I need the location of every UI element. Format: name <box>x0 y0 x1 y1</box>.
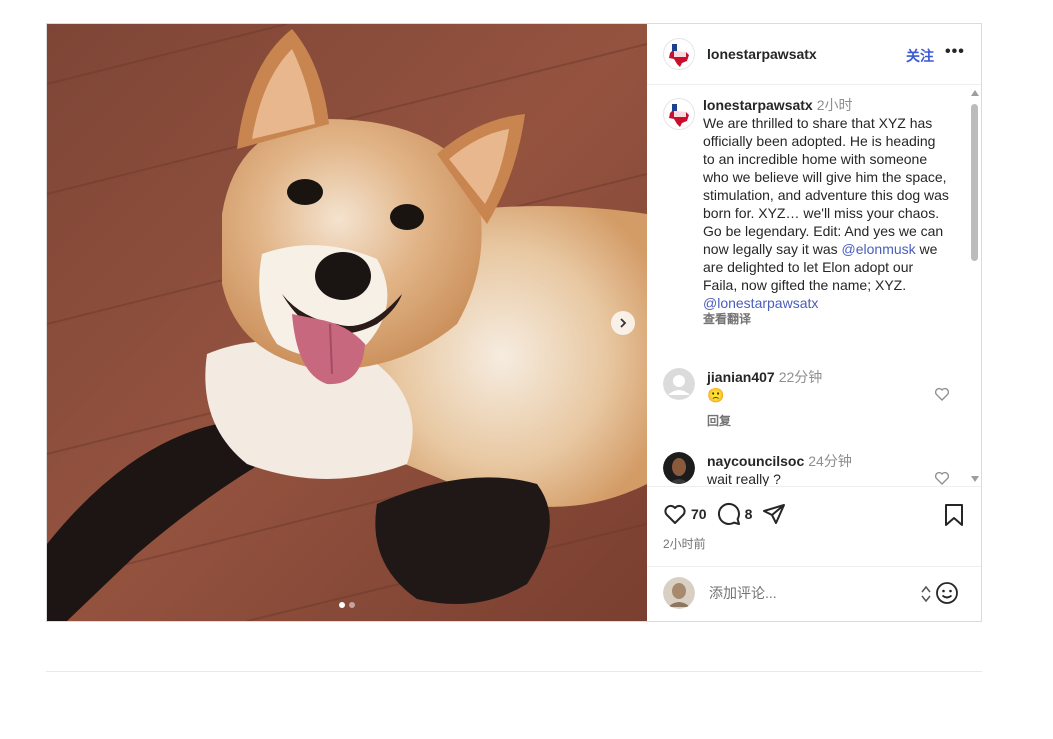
comment-body: jianian407 22分钟 🙁 回复 <box>707 368 927 430</box>
comments-section[interactable]: lonestarpawsatx 2小时 We are thrilled to sh… <box>647 86 967 486</box>
post-header: lonestarpawsatx 关注 ••• <box>647 24 981 85</box>
resize-icon[interactable] <box>921 585 931 603</box>
header-username[interactable]: lonestarpawsatx <box>707 46 817 62</box>
dog-photo <box>47 24 647 621</box>
post-actions: 70 8 2小时前 <box>647 486 981 576</box>
add-comment-bar <box>647 566 981 621</box>
texas-logo-icon <box>669 44 689 67</box>
share-button[interactable] <box>762 502 786 526</box>
comment-like-icon[interactable] <box>934 470 950 486</box>
scroll-up-arrow-icon[interactable] <box>971 90 979 96</box>
comment-time: 24分钟 <box>808 453 852 469</box>
heart-icon <box>664 504 686 524</box>
carousel-next-button[interactable] <box>611 311 635 335</box>
follow-button[interactable]: 关注 <box>906 46 934 66</box>
comment-text: 🙁 <box>707 387 725 403</box>
post-sidebar: lonestarpawsatx 关注 ••• lonestarpawsatx 2小… <box>647 24 981 621</box>
emoji-icon[interactable] <box>935 581 959 605</box>
comment-icon <box>717 502 740 525</box>
caption-text-part1: We are thrilled to share that XYZ has of… <box>703 115 949 257</box>
post-timestamp: 2小时前 <box>663 537 706 551</box>
carousel-dot <box>349 602 355 608</box>
account-avatar[interactable] <box>663 38 695 70</box>
scroll-down-arrow-icon[interactable] <box>971 476 979 482</box>
profile-photo-icon <box>663 452 695 484</box>
post-media[interactable] <box>47 24 647 621</box>
carousel-dots <box>47 602 647 608</box>
user-photo-icon <box>663 577 695 609</box>
comment-like-icon[interactable] <box>934 386 950 402</box>
more-icon[interactable]: ••• <box>945 43 965 61</box>
page-divider <box>46 671 982 672</box>
bookmark-icon <box>945 504 963 526</box>
share-icon <box>763 504 786 524</box>
save-button[interactable] <box>943 503 965 532</box>
reply-button[interactable]: 回复 <box>707 412 927 430</box>
mention-lonestarpawsatx[interactable]: @lonestarpawsatx <box>703 295 818 311</box>
mention-elonmusk[interactable]: @elonmusk <box>842 241 916 257</box>
comment-time: 22分钟 <box>778 369 823 385</box>
scrollbar-thumb[interactable] <box>971 104 978 261</box>
default-avatar-icon <box>663 368 695 400</box>
comment-button[interactable] <box>717 502 741 526</box>
comment-count: 8 <box>744 506 753 522</box>
post-card: lonestarpawsatx 关注 ••• lonestarpawsatx 2小… <box>46 23 982 622</box>
comment-avatar[interactable] <box>663 368 695 400</box>
texas-logo-icon <box>669 104 689 127</box>
like-button[interactable] <box>663 502 687 526</box>
next-arrow-icon <box>620 318 627 328</box>
comments-scrollbar[interactable] <box>969 88 981 484</box>
carousel-dot-active <box>339 602 345 608</box>
add-comment-input[interactable] <box>707 584 911 602</box>
caption-username[interactable]: lonestarpawsatx <box>703 97 813 113</box>
action-row: 70 8 <box>663 502 786 526</box>
see-translation-link[interactable]: 查看翻译 <box>703 312 951 326</box>
comment-text: wait really ? <box>707 471 781 486</box>
caption-text: lonestarpawsatx 2小时 We are thrilled to sh… <box>703 96 951 326</box>
current-user-avatar <box>663 577 695 609</box>
caption-avatar[interactable] <box>663 98 695 130</box>
comment-avatar[interactable] <box>663 452 695 484</box>
comment-username[interactable]: naycouncilsoc <box>707 453 804 469</box>
comment-body: naycouncilsoc 24分钟 wait really ? <box>707 452 927 486</box>
like-count[interactable]: 70 <box>691 506 707 522</box>
comment-username[interactable]: jianian407 <box>707 369 775 385</box>
caption-time: 2小时 <box>816 97 853 113</box>
